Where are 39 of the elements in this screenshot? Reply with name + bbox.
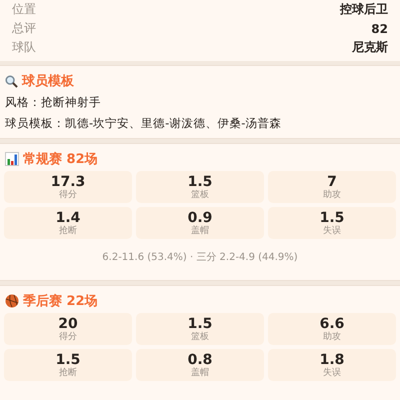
stat-value: 1.5 bbox=[56, 352, 80, 368]
stat-label: 得分 bbox=[59, 332, 77, 342]
stat-label: 得分 bbox=[59, 190, 77, 200]
stat-label: 失误 bbox=[323, 368, 341, 378]
stat-value: 6.6 bbox=[320, 316, 344, 332]
shooting-note: 6.2-11.6 (53.4%) · 三分 2.2-4.9 (44.9%) bbox=[102, 251, 298, 264]
stat-label: 篮板 bbox=[191, 332, 209, 342]
search-icon bbox=[5, 74, 18, 88]
section-title: 常规赛 82场 bbox=[23, 150, 98, 168]
stat-value: 0.8 bbox=[188, 352, 212, 368]
stat-label: 篮板 bbox=[191, 190, 209, 200]
bar-chart-icon bbox=[5, 152, 19, 166]
stat-label: 助攻 bbox=[323, 332, 341, 342]
stat-label: 失误 bbox=[323, 226, 341, 236]
basketball-icon bbox=[5, 294, 19, 308]
info-value: 82 bbox=[371, 22, 388, 36]
info-label: 球队 bbox=[12, 39, 36, 56]
stat-value: 0.9 bbox=[188, 210, 212, 226]
stat-value: 1.5 bbox=[188, 316, 212, 332]
stat-value: 1.8 bbox=[320, 352, 344, 368]
stat-value: 17.3 bbox=[50, 174, 86, 190]
info-label: 位置 bbox=[12, 1, 36, 18]
template-text: 风格：抢断神射手 bbox=[4, 94, 102, 111]
stat-label: 盖帽 bbox=[191, 368, 209, 378]
template-text: 球员模板：凯德-坎宁安、里德-谢泼德、伊桑-汤普森 bbox=[4, 115, 282, 132]
info-label: 总评 bbox=[12, 20, 36, 37]
stat-value: 20 bbox=[58, 316, 78, 332]
stat-label: 盖帽 bbox=[191, 226, 209, 236]
stat-value: 7 bbox=[327, 174, 337, 190]
stat-value: 1.5 bbox=[320, 210, 344, 226]
stat-label: 抢断 bbox=[59, 368, 77, 378]
stat-value: 1.4 bbox=[56, 210, 80, 226]
section-title: 球员模板 bbox=[22, 73, 74, 90]
info-value: 控球后卫 bbox=[340, 1, 388, 18]
stat-value: 1.5 bbox=[188, 174, 212, 190]
info-value: 尼克斯 bbox=[352, 39, 388, 56]
stat-label: 助攻 bbox=[323, 190, 341, 200]
section-title: 季后赛 22场 bbox=[23, 292, 98, 310]
stat-label: 抢断 bbox=[59, 226, 77, 236]
